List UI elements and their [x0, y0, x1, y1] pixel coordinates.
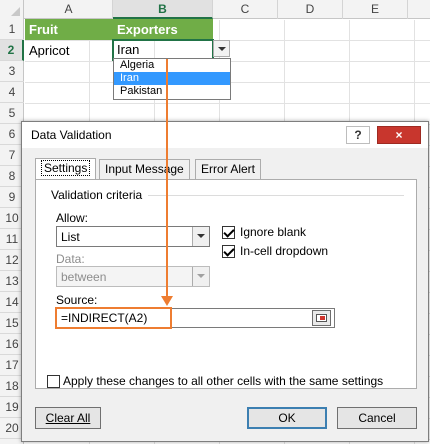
chevron-down-icon [218, 47, 226, 51]
row-header[interactable]: 1 [0, 19, 24, 40]
tab-settings[interactable]: Settings [35, 158, 97, 180]
validation-criteria-label: Validation criteria [48, 188, 146, 202]
annotation-arrow-line [166, 59, 168, 299]
dropdown-option-selected[interactable]: Iran [114, 72, 230, 85]
help-icon: ? [354, 128, 362, 142]
cell-b1[interactable]: Exporters [113, 19, 213, 40]
dialog-titlebar[interactable]: Data Validation ? × [22, 122, 428, 148]
column-header-b[interactable]: B [113, 0, 213, 19]
data-select[interactable]: between [56, 266, 210, 287]
cell-dropdown-button[interactable] [213, 40, 230, 57]
group-divider [148, 195, 404, 196]
column-header-e[interactable]: E [343, 0, 408, 19]
ignore-blank-label: Ignore blank [240, 225, 307, 239]
range-select-icon [316, 314, 327, 322]
chevron-down-icon [197, 234, 205, 238]
tab-error-alert[interactable]: Error Alert [195, 159, 262, 179]
cell-a1[interactable]: Fruit [25, 19, 113, 40]
column-header-a[interactable]: A [25, 0, 113, 19]
close-button[interactable]: × [377, 126, 421, 144]
column-header-d[interactable]: D [278, 0, 343, 19]
allow-select[interactable]: List [56, 226, 210, 247]
source-label: Source: [56, 293, 98, 307]
help-button[interactable]: ? [346, 126, 370, 144]
clear-all-button[interactable]: Clear All [35, 407, 101, 429]
apply-to-all-label: Apply these changes to all other cells w… [63, 374, 384, 388]
chevron-down-icon [197, 274, 205, 278]
annotation-arrow-head [161, 296, 173, 306]
dropdown-option[interactable]: Algeria [114, 59, 230, 72]
close-icon: × [395, 128, 403, 142]
dialog-title: Data Validation [31, 128, 112, 142]
ignore-blank-checkbox[interactable] [222, 226, 235, 239]
column-header-row: A B C D E [0, 0, 430, 19]
row-header[interactable]: 4 [0, 82, 24, 103]
collapse-dialog-button[interactable] [312, 310, 331, 326]
ok-button[interactable]: OK [247, 407, 327, 429]
select-all-corner[interactable] [0, 0, 24, 19]
in-cell-dropdown-label: In-cell dropdown [240, 244, 329, 258]
dropdown-option[interactable]: Pakistan [114, 85, 230, 98]
column-header-c[interactable]: C [213, 0, 278, 19]
allow-dropdown-button[interactable] [192, 227, 209, 246]
row-header[interactable]: 3 [0, 61, 24, 82]
in-cell-dropdown-checkbox[interactable] [222, 245, 235, 258]
settings-panel: Validation criteria Allow: List Ignore b… [35, 179, 417, 389]
dropdown-list[interactable]: Algeria Iran Pakistan [113, 58, 231, 100]
data-value: between [61, 270, 107, 284]
apply-to-all-checkbox[interactable] [47, 375, 60, 388]
data-dropdown-button[interactable] [192, 267, 209, 286]
source-highlight [55, 307, 172, 329]
allow-value: List [61, 230, 80, 244]
cancel-button[interactable]: Cancel [337, 407, 417, 429]
data-label: Data: [56, 252, 85, 266]
row-header[interactable]: 2 [0, 40, 24, 61]
cell-a2[interactable]: Apricot [25, 40, 113, 61]
allow-label: Allow: [56, 211, 89, 225]
data-validation-dialog: Data Validation ? × Settings Input Messa… [21, 121, 429, 442]
tab-input-message[interactable]: Input Message [99, 159, 190, 179]
